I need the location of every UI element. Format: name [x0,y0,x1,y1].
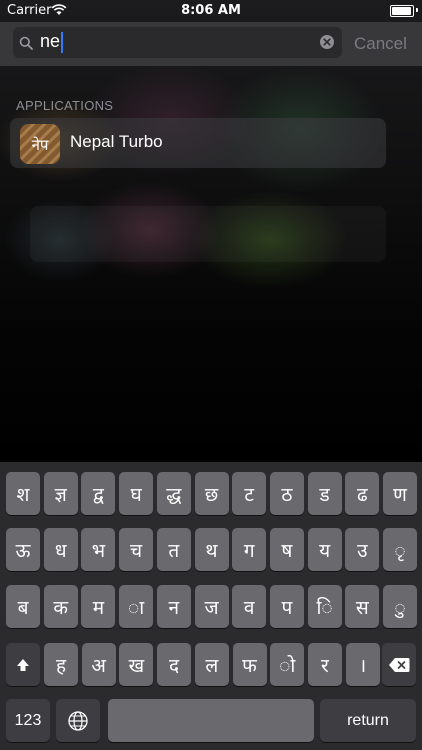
clock: 8:06 AM [181,3,241,18]
delete-icon [389,657,410,672]
key-char[interactable]: त [156,528,191,571]
key-char[interactable]: स [345,585,380,628]
key-char[interactable]: ज्ञ [43,472,78,515]
result-row-nepal-turbo[interactable]: नेप Nepal Turbo [10,118,386,168]
space-key[interactable] [108,699,314,742]
key-char[interactable]: द्व [81,472,116,515]
keyboard: श ज्ञ द्व घ द्ध छ ट ठ ड ढ ण ऊ ध भ च त थ ग ष य उृ ब क मा न ज व पि सु ह… [0,462,422,750]
key-char[interactable]: छ [194,472,229,515]
key-char[interactable]: ु [383,585,417,628]
app-icon-text: नेप [32,136,49,154]
key-char[interactable]: ण [383,472,417,515]
app-name: Nepal Turbo [70,132,163,151]
return-key[interactable]: return [320,699,416,742]
section-header-applications: APPLICATIONS [16,98,114,113]
cancel-button[interactable]: Cancel [354,34,407,54]
key-char[interactable]: ब [6,585,40,628]
numbers-key[interactable]: 123 [6,699,50,742]
key-char[interactable]: र [307,643,342,686]
clear-icon[interactable] [319,34,335,54]
key-char[interactable]: ा [119,585,154,628]
key-char[interactable]: अ [81,643,116,686]
key-char[interactable]: ज [194,585,229,628]
key-char[interactable]: उ [345,528,380,571]
key-char[interactable]: फ [232,643,267,686]
key-char[interactable]: ढ [345,472,380,515]
delete-key[interactable] [382,643,416,686]
app-icon: नेप [20,124,60,164]
key-char[interactable]: घ [119,472,154,515]
search-bar: ne Cancel [0,22,422,66]
key-char[interactable]: ल [194,643,229,686]
key-char[interactable]: ऊ [6,528,40,571]
search-input[interactable]: ne [13,27,342,58]
key-char[interactable]: ह [44,643,78,686]
key-char[interactable]: य [307,528,342,571]
key-char[interactable]: । [345,643,380,686]
key-char[interactable]: द [157,643,192,686]
shift-arrow-icon [17,658,29,671]
battery-icon [390,5,414,17]
blurred-placeholder [30,206,386,262]
text-caret [61,32,63,53]
key-char[interactable]: द्ध [156,472,191,515]
key-char[interactable]: ष [269,528,304,571]
key-char[interactable]: ट [232,472,267,515]
search-icon [19,35,33,54]
status-bar: Carrier 8:06 AM [0,0,422,22]
key-char[interactable]: न [156,585,191,628]
search-query-text: ne [40,31,61,51]
key-char[interactable]: ो [270,643,305,686]
key-char[interactable]: ग [232,528,267,571]
globe-icon [68,710,88,731]
key-char[interactable]: श [6,472,40,515]
key-char[interactable]: प [269,585,304,628]
key-char[interactable]: थ [194,528,229,571]
key-char[interactable]: भ [81,528,116,571]
key-char[interactable]: ठ [269,472,304,515]
key-char[interactable]: च [119,528,154,571]
key-char[interactable]: व [232,585,267,628]
key-char[interactable]: ि [307,585,342,628]
key-char[interactable]: ड [307,472,342,515]
globe-key[interactable] [56,699,100,742]
battery-tip [416,8,418,12]
key-char[interactable]: ख [119,643,154,686]
shift-key[interactable] [6,643,40,686]
key-char[interactable]: क [43,585,78,628]
key-char[interactable]: ृ [383,528,417,571]
key-char[interactable]: ध [43,528,78,571]
key-char[interactable]: म [81,585,116,628]
